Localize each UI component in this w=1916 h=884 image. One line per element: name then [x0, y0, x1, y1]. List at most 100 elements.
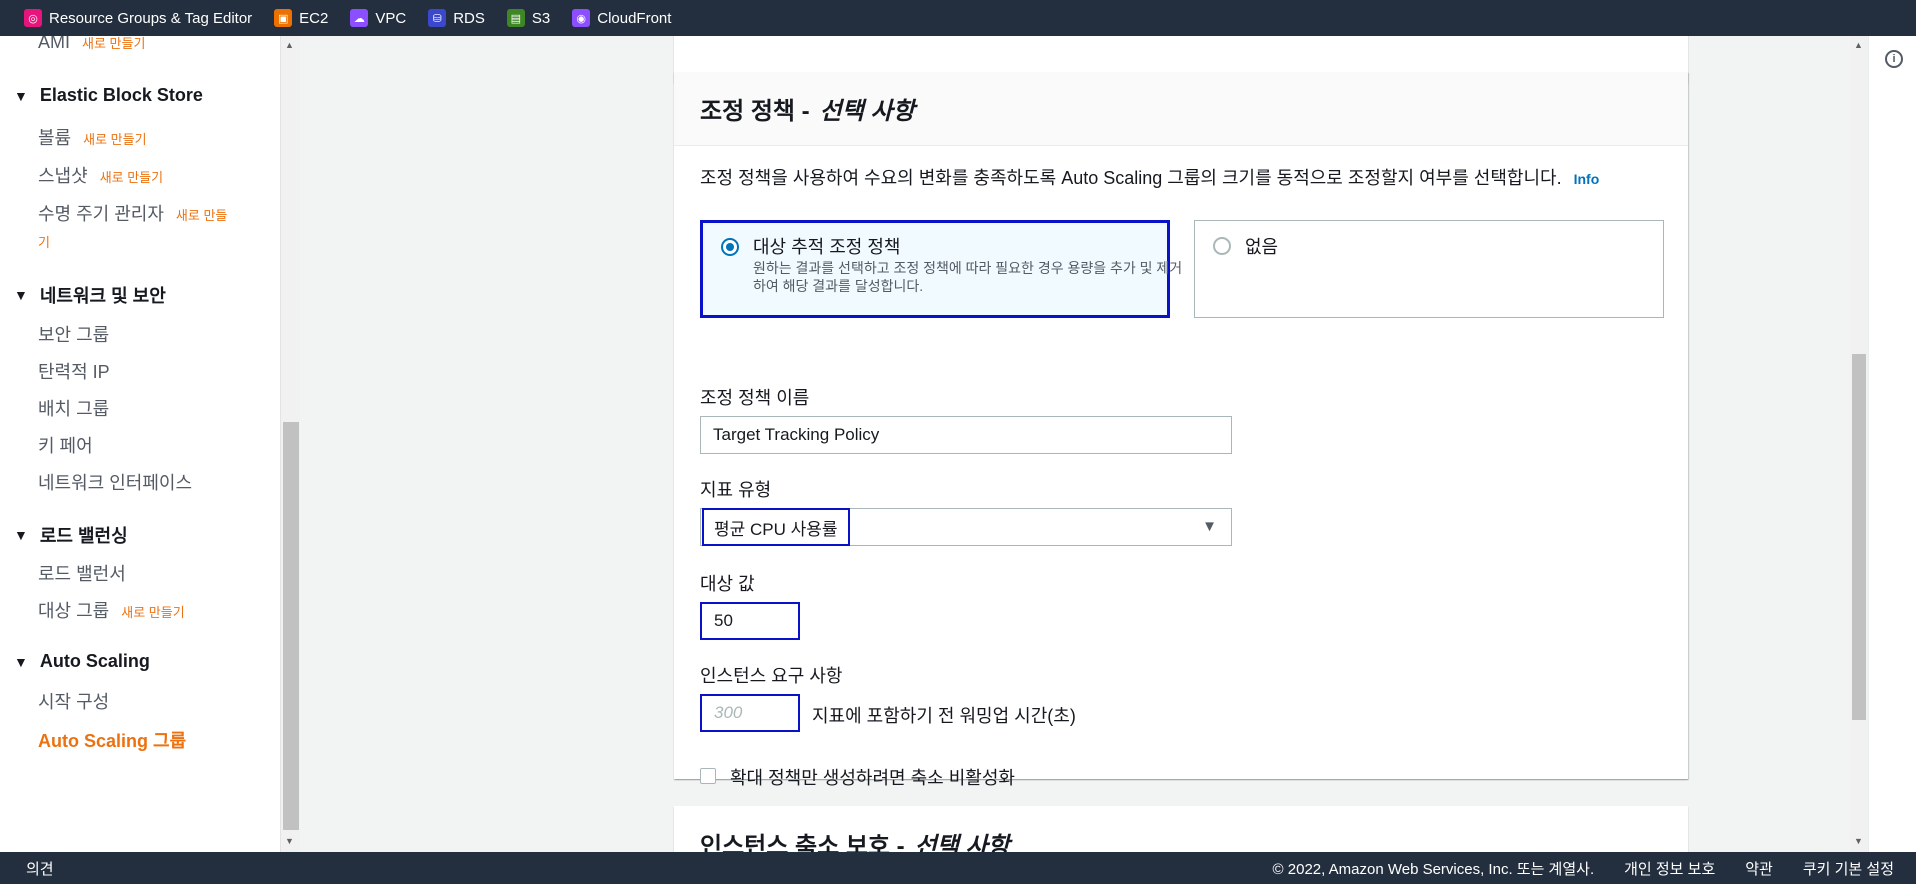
caret-down-icon: ▼ [14, 287, 28, 303]
sidebar-scrollbar[interactable]: ▲ ▼ [280, 36, 300, 852]
sidebar-item-label: AMI [38, 36, 71, 52]
favorite-label: Resource Groups & Tag Editor [49, 9, 253, 27]
sidebar-item-security-groups[interactable]: 보안 그룹 [38, 321, 109, 347]
sidebar-section-label: Elastic Block Store [39, 85, 203, 105]
caret-down-icon: ▼ [1202, 518, 1217, 535]
help-panel-rail: i [1868, 36, 1916, 852]
cloudfront-icon: ◉ [572, 9, 591, 27]
sidebar-section-network[interactable]: ▼ 네트워크 및 보안 [14, 282, 166, 308]
option-none[interactable]: 없음 [1194, 220, 1664, 318]
sidebar-item-load-balancers[interactable]: 로드 밸런서 [38, 560, 126, 586]
vpc-icon: ☁ [350, 9, 369, 27]
copyright-text: © 2022, Amazon Web Services, Inc. 또는 계열사… [1272, 860, 1595, 878]
sidebar-item-network-interfaces[interactable]: 네트워크 인터페이스 [38, 469, 192, 495]
scroll-up-icon[interactable]: ▲ [1854, 40, 1863, 50]
favorites-bar: ◎ Resource Groups & Tag Editor ▣ EC2 ☁ V… [0, 0, 1916, 36]
favorite-label: RDS [453, 9, 485, 27]
sidebar-item-label: 스냅샷 [38, 166, 88, 186]
option-title: 없음 [1245, 237, 1279, 257]
description-text: 조정 정책을 사용하여 수요의 변화를 충족하도록 Auto Scaling 그… [700, 168, 1562, 188]
sidebar-section-auto-scaling[interactable]: ▼ Auto Scaling [14, 651, 150, 672]
favorite-resource-groups[interactable]: ◎ Resource Groups & Tag Editor [24, 9, 252, 27]
card-header: 조정 정책 - 선택 사항 [674, 72, 1688, 146]
sidebar-item-label: 수명 주기 관리자 [38, 204, 164, 224]
card-description: 조정 정책을 사용하여 수요의 변화를 충족하도록 Auto Scaling 그… [700, 164, 1599, 190]
policy-name-input[interactable]: Target Tracking Policy [700, 416, 1232, 454]
disable-scale-in-checkbox[interactable] [700, 768, 716, 784]
sidebar-item-launch-configs[interactable]: 시작 구성 [38, 688, 109, 714]
sidebar-item-elastic-ip[interactable]: 탄력적 IP [38, 358, 110, 384]
scroll-up-icon[interactable]: ▲ [285, 40, 294, 50]
new-link[interactable]: 새로 만들기 [121, 605, 184, 620]
target-value-label: 대상 값 [700, 574, 755, 594]
info-icon[interactable]: i [1885, 50, 1903, 68]
sidebar-item-key-pairs[interactable]: 키 페어 [38, 432, 93, 458]
radio-none[interactable] [1213, 237, 1231, 255]
card-title: 인스턴스 축소 보호 - [700, 833, 905, 852]
sidebar-section-ebs[interactable]: ▼ Elastic Block Store [14, 85, 203, 106]
metric-type-label: 지표 유형 [700, 480, 772, 500]
metric-type-select[interactable]: 평균 CPU 사용률 ▼ [700, 508, 1232, 546]
option-title: 대상 추적 조정 정책 [753, 237, 901, 257]
target-value-input[interactable]: 50 [700, 602, 800, 640]
sidebar: AMI 새로 만들기 ▼ Elastic Block Store 볼륨 새로 만들기 … [0, 36, 280, 852]
favorite-label: S3 [531, 9, 551, 27]
favorite-cloudfront[interactable]: ◉ CloudFront [572, 9, 671, 27]
sidebar-section-label: 로드 밸런싱 [39, 526, 128, 546]
new-link[interactable]: 새로 만들기 [100, 170, 163, 185]
cookie-preferences-link[interactable]: 쿠키 기본 설정 [1803, 858, 1894, 879]
caret-down-icon: ▼ [14, 527, 28, 543]
sidebar-item-lifecycle[interactable]: 수명 주기 관리자 새로 만들 [38, 200, 227, 226]
terms-link[interactable]: 약관 [1745, 858, 1773, 879]
warmup-description: 지표에 포함하기 전 워밍업 시간(초) [812, 706, 1076, 726]
favorite-rds[interactable]: ⛁ RDS [428, 9, 485, 27]
resource-groups-icon: ◎ [24, 9, 42, 27]
sidebar-item-label: 대상 그룹 [38, 601, 110, 621]
favorite-label: VPC [375, 9, 407, 27]
favorite-vpc[interactable]: ☁ VPC [350, 9, 406, 27]
footer: 의견 © 2022, Amazon Web Services, Inc. 또는 … [0, 852, 1916, 884]
privacy-link[interactable]: 개인 정보 보호 [1624, 858, 1715, 879]
new-link[interactable]: 새로 만들기 [83, 132, 146, 147]
card-title-optional: 선택 사항 [914, 833, 1010, 852]
sidebar-item-snapshots[interactable]: 스냅샷 새로 만들기 [38, 162, 163, 188]
sidebar-item-label: 볼륨 [38, 128, 72, 148]
favorite-ec2[interactable]: ▣ EC2 [274, 9, 328, 27]
sidebar-section-load-balancing[interactable]: ▼ 로드 밸런싱 [14, 522, 128, 548]
sidebar-item-target-groups[interactable]: 대상 그룹 새로 만들기 [38, 597, 185, 623]
new-link[interactable]: 새로 만들기 [82, 36, 145, 51]
sidebar-item-volumes[interactable]: 볼륨 새로 만들기 [38, 124, 147, 150]
option-target-tracking[interactable]: 대상 추적 조정 정책 원하는 결과를 선택하고 조정 정책에 따라 필요한 경… [700, 220, 1182, 318]
warmup-label: 인스턴스 요구 사항 [700, 666, 843, 686]
instance-protection-card: 인스턴스 축소 보호 - 선택 사항 [674, 806, 1688, 852]
favorite-s3[interactable]: ▤ S3 [506, 9, 551, 27]
option-description: 원하는 결과를 선택하고 조정 정책에 따라 필요한 경우 용량을 추가 및 제… [753, 260, 1183, 294]
new-link[interactable]: 새로 만들 [176, 208, 227, 223]
info-link[interactable]: Info [1574, 171, 1600, 187]
scaling-policy-card: 조정 정책 - 선택 사항 조정 정책을 사용하여 수요의 변화를 충족하도록 … [674, 72, 1688, 788]
favorite-label: EC2 [299, 9, 329, 27]
feedback-link[interactable]: 의견 [26, 858, 54, 879]
sidebar-item-auto-scaling-groups[interactable]: Auto Scaling 그룹 [38, 727, 186, 753]
footer-links: © 2022, Amazon Web Services, Inc. 또는 계열사… [1243, 858, 1894, 879]
caret-down-icon: ▼ [14, 653, 28, 670]
target-value: 50 [714, 611, 733, 630]
radio-target-tracking[interactable] [721, 238, 739, 256]
rds-icon: ⛁ [428, 9, 447, 27]
caret-down-icon: ▼ [14, 87, 28, 104]
sidebar-item-ami[interactable]: AMI 새로 만들기 [38, 36, 145, 53]
new-link-wrap[interactable]: 기 [38, 232, 50, 251]
main-scrollbar[interactable]: ▲ ▼ [1850, 36, 1868, 852]
scrollbar-thumb[interactable] [1852, 354, 1866, 720]
policy-name-label: 조정 정책 이름 [700, 388, 810, 408]
warmup-input[interactable]: 300 [700, 694, 800, 732]
favorite-label: CloudFront [597, 9, 672, 27]
sidebar-section-label: Auto Scaling [39, 651, 150, 671]
scrollbar-thumb[interactable] [283, 422, 299, 830]
ec2-icon: ▣ [274, 9, 293, 27]
scroll-down-icon[interactable]: ▼ [285, 836, 294, 846]
sidebar-item-placement-groups[interactable]: 배치 그룹 [38, 395, 109, 421]
s3-icon: ▤ [506, 9, 525, 27]
warmup-placeholder: 300 [714, 703, 743, 722]
scroll-down-icon[interactable]: ▼ [1854, 836, 1863, 846]
